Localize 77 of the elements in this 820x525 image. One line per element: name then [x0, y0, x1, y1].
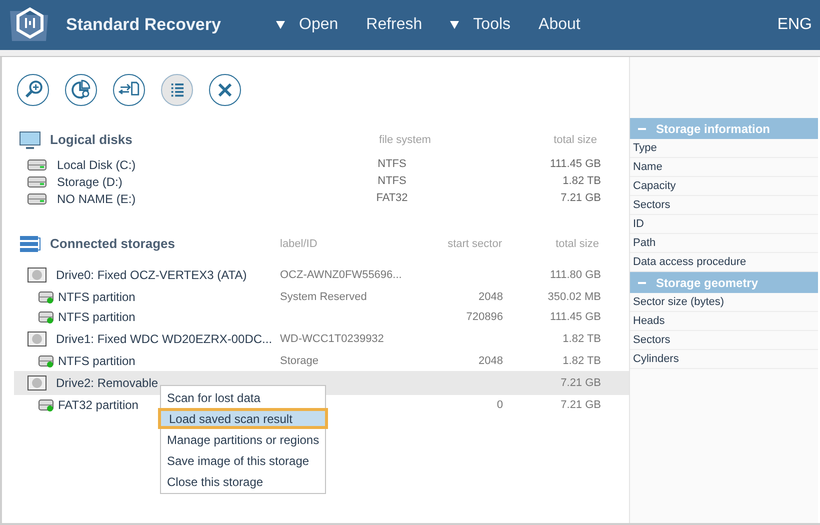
column-header: total size	[554, 236, 599, 252]
section-title: Logical disks	[50, 131, 134, 150]
panel-title: Storage geometry	[656, 274, 758, 292]
table-cell-text: NTFS	[376, 157, 408, 172]
property-label: Capacity	[630, 177, 818, 196]
caret-icon[interactable]	[450, 21, 460, 29]
table-cell-text: WD-WCC1T0239932	[280, 332, 385, 347]
menu-item[interactable]: Refresh	[366, 13, 422, 37]
column-header: total size	[552, 132, 597, 148]
language-selector[interactable]: ENG	[777, 13, 812, 37]
partition-icon	[38, 290, 54, 304]
table-cell-text: NTFS	[376, 174, 408, 190]
partition-icon	[38, 354, 54, 368]
monitor-icon	[19, 131, 41, 149]
property-label: Type	[630, 139, 818, 158]
panel-title: Storage information	[656, 120, 770, 138]
disk-name[interactable]: Storage (D:)	[57, 172, 357, 190]
property-label: Path	[630, 234, 818, 253]
table-cell-text: OCZ-AWNZ0FW55696...	[280, 268, 403, 283]
context-menu-item[interactable]: Save image of this storage	[161, 450, 325, 471]
property-label: Heads	[630, 312, 818, 331]
table-cell-text: 2048	[478, 290, 503, 305]
table-cell-text: 1.82 TB	[562, 174, 601, 190]
context-menu-item[interactable]: Close this storage	[161, 471, 325, 492]
table-cell-text: 2048	[478, 354, 503, 369]
toolbar-button[interactable]	[209, 74, 241, 106]
table-cell-text: 0	[496, 398, 503, 413]
context-menu-item[interactable]: Load saved scan result	[158, 408, 328, 429]
column-header: start sector	[446, 236, 502, 252]
toolbar-button[interactable]	[65, 74, 97, 106]
table-cell-text: 7.21 GB	[560, 376, 601, 391]
toolbar-button[interactable]	[161, 74, 193, 106]
section-title: Connected storages	[50, 235, 176, 254]
column-header: file system	[378, 132, 432, 148]
property-label: Sector size (bytes)	[630, 293, 818, 312]
table-cell-text: 7.21 GB	[560, 191, 601, 206]
drive-row[interactable]: Drive1: Fixed WDC WD20EZRX-00DC... WD-WCC1T0239932 1.82 TB	[14, 327, 629, 351]
column-header: label/ID	[280, 236, 318, 252]
table-cell-text: 111.45 GB	[549, 310, 601, 325]
table-cell-text: FAT32	[375, 191, 409, 206]
drive-icon	[27, 375, 47, 391]
disk-name[interactable]: NO NAME (E:)	[57, 190, 357, 208]
drive-icon	[27, 331, 47, 347]
table-cell-text: 350.02 MB	[546, 290, 601, 305]
table-cell-text: 7.21 GB	[560, 398, 601, 413]
drive-name: Drive1: Fixed WDC WD20EZRX-00DC...	[56, 331, 274, 348]
property-label: Sectors	[630, 331, 818, 350]
table-cell-text: Storage	[280, 354, 320, 369]
menu-item[interactable]: About	[538, 13, 580, 37]
caret-icon[interactable]	[276, 21, 285, 29]
table-cell-text: 111.45 GB	[549, 157, 601, 172]
property-label: Sectors	[630, 196, 818, 215]
partition-name[interactable]: NTFS partition	[58, 308, 280, 326]
property-label: Cylinders	[630, 350, 818, 369]
table-cell-text: 111.80 GB	[549, 268, 601, 283]
toolbar-button[interactable]	[17, 74, 49, 106]
table-cell-text: 1.82 TB	[562, 354, 601, 369]
drive-icon	[27, 267, 47, 283]
table-cell-text: 720896	[465, 310, 503, 325]
menu-item[interactable]: Open	[299, 13, 338, 37]
drive-name: Drive2: Removable	[56, 375, 160, 392]
drive-name: Drive0: Fixed OCZ-VERTEX3 (ATA)	[56, 267, 248, 284]
property-label: Name	[630, 158, 818, 177]
app-title: Standard Recovery	[66, 14, 222, 36]
toolbar-button[interactable]	[113, 74, 145, 106]
table-cell-text: System Reserved	[280, 290, 368, 305]
table-cell-text: 1.82 TB	[562, 332, 601, 347]
drive-row[interactable]: Drive0: Fixed OCZ-VERTEX3 (ATA) OCZ-AWNZ0FW55696... 111.80 GB	[14, 263, 629, 287]
partition-icon	[38, 398, 54, 412]
partition-icon	[38, 310, 54, 324]
property-label: ID	[630, 215, 818, 234]
menu-item[interactable]: Tools	[473, 13, 511, 37]
partition-name[interactable]: NTFS partition	[58, 352, 280, 370]
context-menu-item[interactable]: Manage partitions or regions	[161, 429, 325, 450]
partition-name[interactable]: NTFS partition	[58, 288, 280, 306]
disk-name[interactable]: Local Disk (C:)	[57, 156, 357, 174]
server-stack-icon	[19, 235, 41, 253]
